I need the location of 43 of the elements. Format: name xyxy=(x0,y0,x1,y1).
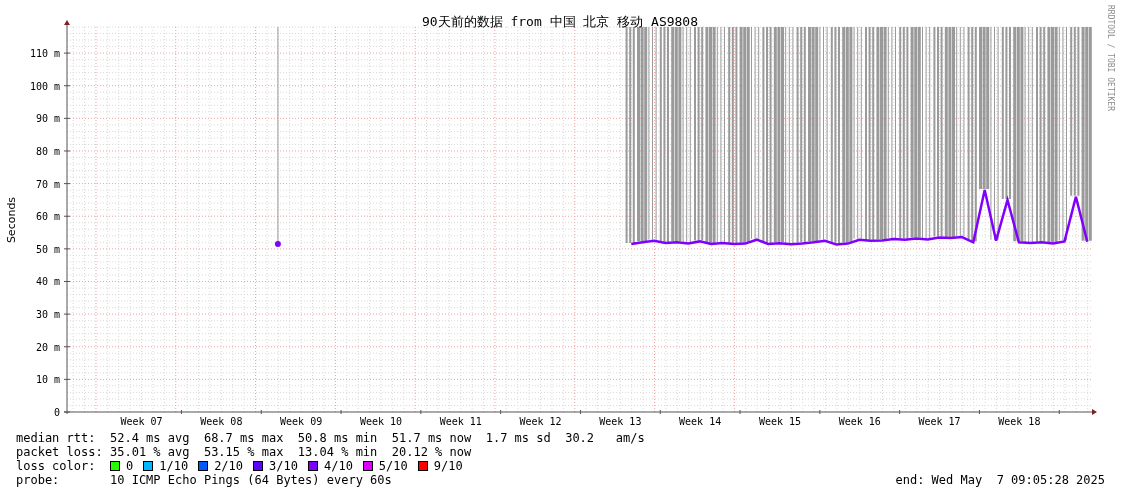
x-tick-label: Week 16 xyxy=(838,416,881,427)
y-tick-label: 100 m xyxy=(29,80,60,92)
loss-color-label: 0 xyxy=(126,459,134,473)
y-tick-label: 0 xyxy=(53,407,60,418)
loss-color-label: 1/10 xyxy=(159,459,189,473)
chart-title: 90天前的数据 from 中国 北京 移动 AS9808 xyxy=(421,14,699,29)
x-tick-label: Week 13 xyxy=(599,416,642,427)
loss-color-label: 4/10 xyxy=(323,459,353,473)
y-tick-label: 110 m xyxy=(29,48,60,60)
x-tick-label: Week 15 xyxy=(758,416,802,427)
x-tick-label: Week 09 xyxy=(280,416,323,427)
x-tick-label: Week 17 xyxy=(918,416,961,427)
x-tick-label: Week 12 xyxy=(519,416,562,427)
x-tick-label: Week 10 xyxy=(359,416,403,427)
y-tick-label: 80 m xyxy=(35,146,60,157)
x-tick-label: Week 14 xyxy=(679,416,722,427)
y-tick-label: 30 m xyxy=(35,309,60,321)
y-tick-label: 10 m xyxy=(35,374,60,386)
y-tick-label: 70 m xyxy=(35,178,60,190)
legend-label: probe: xyxy=(16,473,61,487)
end-time: end: Wed May 7 09:05:28 2025 xyxy=(895,473,1105,487)
x-tick-label: Week 18 xyxy=(998,416,1041,427)
y-tick-label: 90 m xyxy=(35,113,60,125)
rtt-stats: 52.4 ms avg 68.7 ms max 50.8 ms min 51.7 ms now 1.7 ms sd 30.2 am/s xyxy=(110,431,645,445)
y-tick-label: 60 m xyxy=(35,211,60,223)
loss-color-label: 3/10 xyxy=(269,459,298,473)
rrdtool-credit: RRDTOOL / TOBI OETIKER xyxy=(1106,5,1115,111)
legend-label: loss color: xyxy=(16,459,97,473)
probe-description: 10 ICMP Echo Pings (64 Bytes) every 60s xyxy=(110,473,392,487)
legend-label: packet loss: xyxy=(16,445,104,459)
loss-stats: 35.01 % avg 53.15 % max 13.04 % min 20.12 % now xyxy=(110,445,472,459)
y-tick-label: 20 m xyxy=(35,341,60,353)
legend-label: median rtt: xyxy=(16,431,97,445)
loss-color-label: 9/10 xyxy=(433,459,463,473)
x-tick-label: Week 11 xyxy=(439,416,482,427)
x-tick-label: Week 08 xyxy=(200,416,243,427)
x-tick-label: Week 07 xyxy=(120,416,163,427)
median-rtt-point xyxy=(274,240,281,247)
y-axis-label: Seconds xyxy=(5,196,18,244)
loss-color-label: 2/10 xyxy=(214,459,244,473)
loss-color-label: 5/10 xyxy=(378,459,408,473)
y-tick-label: 40 m xyxy=(35,276,60,288)
y-tick-label: 50 m xyxy=(35,243,60,255)
